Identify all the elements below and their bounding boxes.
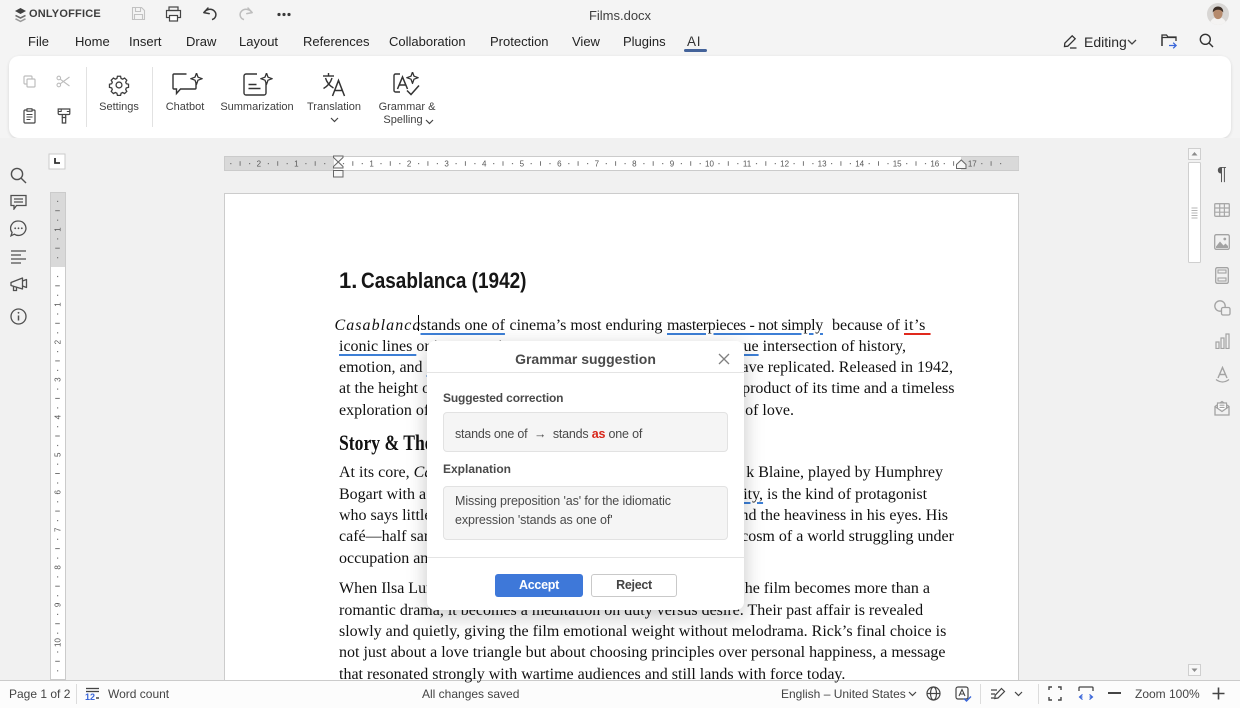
- svg-text:1: 1: [54, 227, 63, 232]
- svg-text:1: 1: [294, 160, 299, 169]
- svg-text:4: 4: [54, 414, 63, 419]
- svg-text:12: 12: [85, 692, 95, 701]
- svg-text:15: 15: [893, 160, 902, 169]
- svg-text:11: 11: [743, 160, 752, 169]
- svg-text:7: 7: [595, 160, 600, 169]
- svg-text:13: 13: [818, 160, 827, 169]
- svg-text:6: 6: [557, 160, 562, 169]
- svg-text:1: 1: [54, 302, 63, 307]
- svg-text:2: 2: [257, 160, 262, 169]
- svg-text:10: 10: [705, 160, 714, 169]
- svg-text:16: 16: [930, 160, 939, 169]
- svg-text:2: 2: [407, 160, 412, 169]
- svg-text:17: 17: [968, 160, 977, 169]
- svg-text:3: 3: [444, 160, 449, 169]
- svg-text:1: 1: [369, 160, 374, 169]
- svg-text:10: 10: [54, 638, 63, 647]
- svg-text:9: 9: [54, 602, 63, 607]
- svg-text:5: 5: [520, 160, 525, 169]
- svg-text:12: 12: [780, 160, 789, 169]
- svg-text:5: 5: [54, 452, 63, 457]
- svg-text:14: 14: [855, 160, 864, 169]
- svg-text:6: 6: [54, 490, 63, 495]
- svg-text:7: 7: [54, 527, 63, 532]
- svg-text:4: 4: [482, 160, 487, 169]
- svg-text:2: 2: [54, 339, 63, 344]
- svg-text:3: 3: [54, 377, 63, 382]
- svg-text:8: 8: [632, 160, 637, 169]
- svg-text:8: 8: [54, 565, 63, 570]
- svg-text:9: 9: [670, 160, 675, 169]
